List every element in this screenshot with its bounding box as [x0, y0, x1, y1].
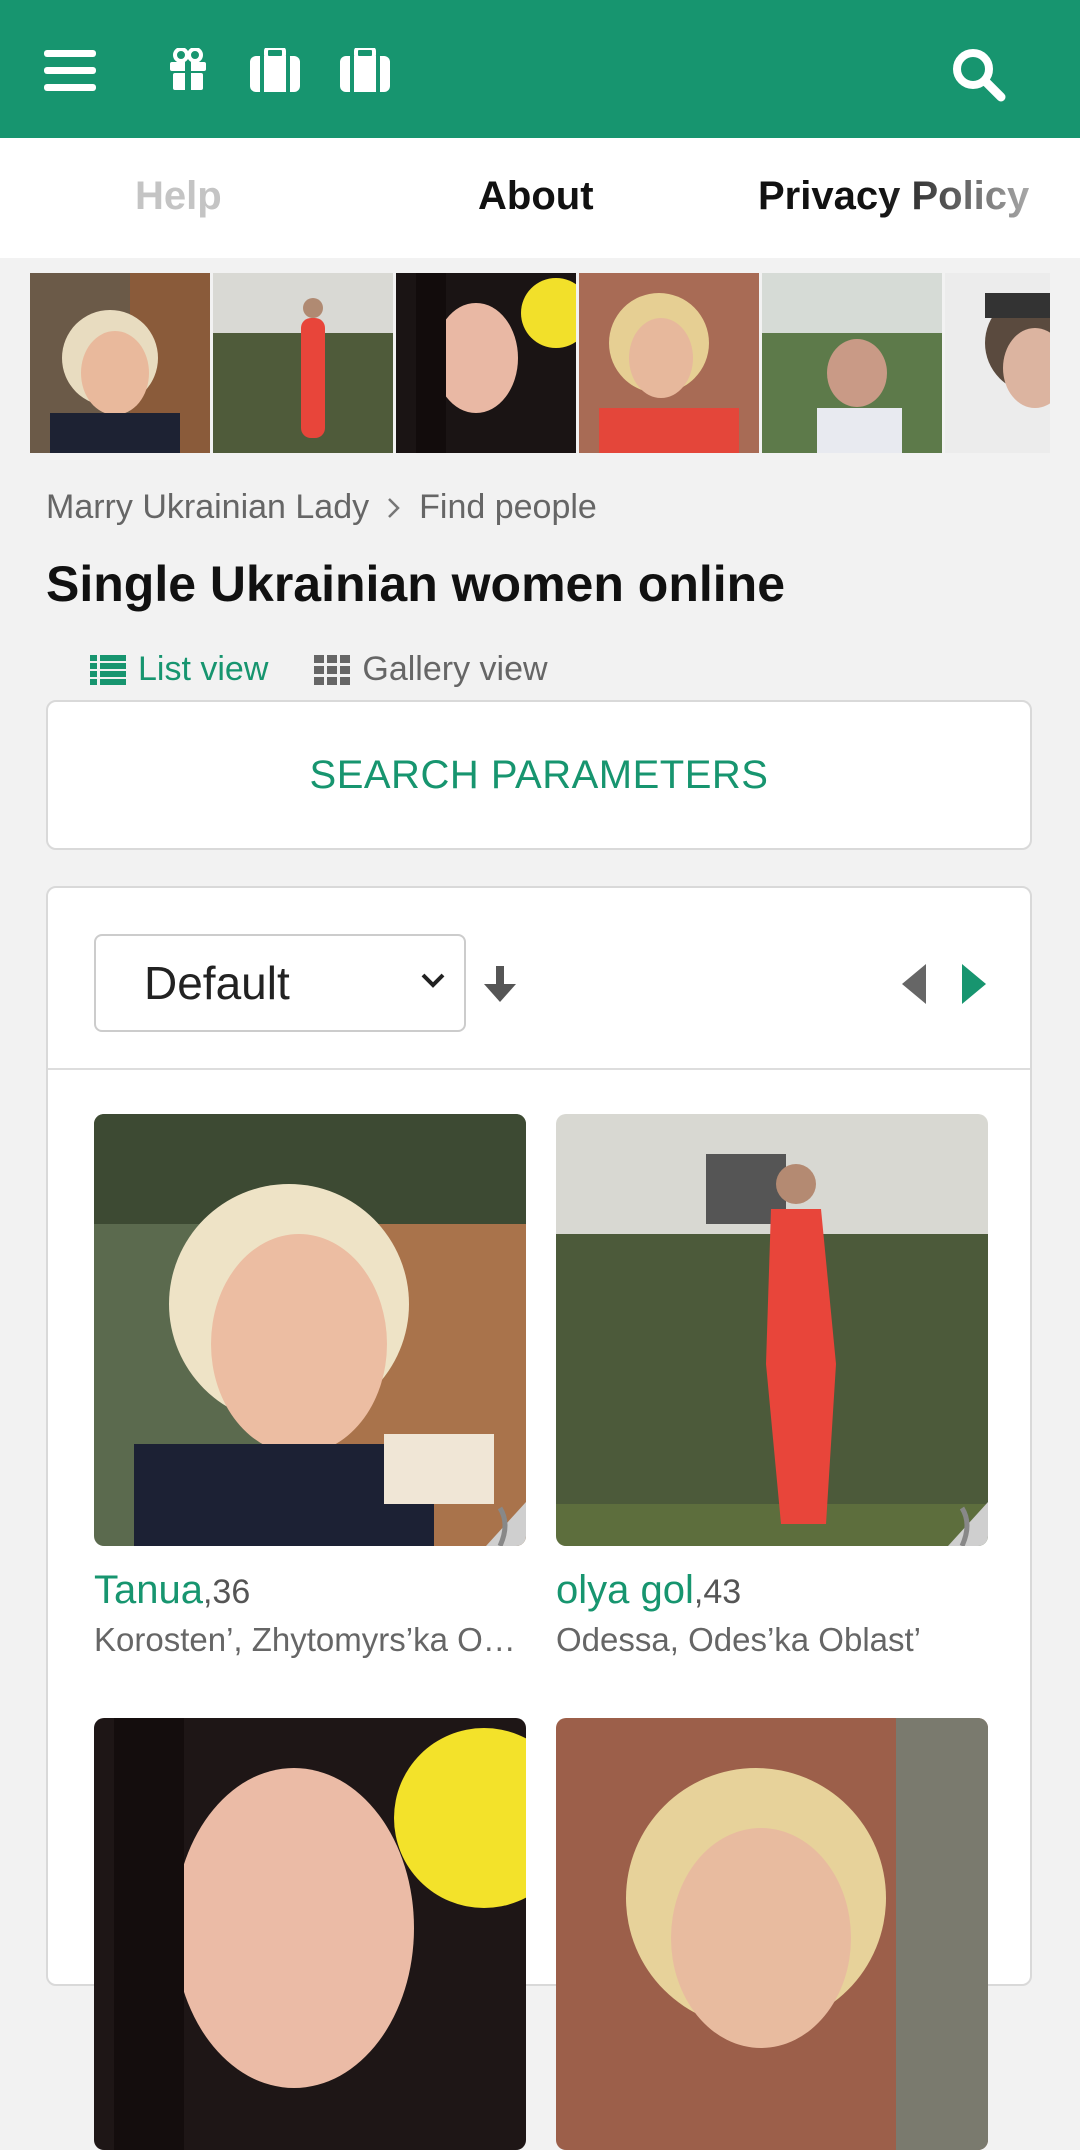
- menu-icon[interactable]: [44, 50, 96, 92]
- profile-thumbnail[interactable]: [213, 273, 393, 453]
- gift-icon[interactable]: [168, 48, 208, 90]
- nav-fade-overlay: [880, 138, 1080, 258]
- grid-icon: [314, 654, 351, 685]
- profile-card[interactable]: [94, 1718, 526, 2150]
- breadcrumb-home-link[interactable]: Marry Ukrainian Lady: [46, 488, 369, 527]
- profile-name[interactable]: Tanua: [94, 1568, 203, 1612]
- profile-card[interactable]: olya gol,43 Odessa, Odes’ka Oblast’: [556, 1114, 988, 1659]
- profile-photo-image: [94, 1114, 526, 1546]
- sort-direction-icon[interactable]: [480, 964, 520, 1004]
- profile-card[interactable]: [556, 1718, 988, 2150]
- sort-select-value: Default: [144, 957, 290, 1009]
- breadcrumb: Marry Ukrainian Lady Find people: [46, 488, 597, 527]
- top-app-bar: [0, 0, 1080, 138]
- profile-name[interactable]: olya gol: [556, 1568, 694, 1612]
- profile-age: ,36: [202, 1573, 251, 1611]
- profile-name-age: Tanua,36: [94, 1568, 526, 1613]
- view-toggle: List view Gallery view: [90, 650, 548, 689]
- profile-photo-image: [556, 1718, 988, 2150]
- nav-about-link[interactable]: About: [478, 174, 594, 219]
- profile-location: Odessa, Odes’ka Oblast’: [556, 1621, 921, 1658]
- list-icon: [90, 654, 126, 685]
- chevron-right-icon: [388, 497, 400, 518]
- page-title: Single Ukrainian women online: [46, 556, 786, 612]
- profile-photo[interactable]: [94, 1718, 526, 2150]
- next-page-icon[interactable]: [960, 962, 988, 1006]
- briefcase-icon[interactable]: [340, 48, 390, 92]
- search-parameters-button[interactable]: SEARCH PARAMETERS: [46, 700, 1032, 850]
- profile-thumbnail[interactable]: [945, 273, 1050, 453]
- sort-select[interactable]: Default: [94, 934, 466, 1032]
- secondary-nav: Help About Privacy Policy: [0, 138, 1080, 258]
- previous-page-icon[interactable]: [900, 962, 928, 1006]
- profile-photo-image: [556, 1114, 988, 1546]
- profile-location: Korosten’, Zhytomyrs’ka Oblast’: [94, 1621, 526, 1658]
- profile-thumbnail[interactable]: [762, 273, 942, 453]
- search-parameters-label: SEARCH PARAMETERS: [309, 752, 769, 797]
- profile-thumbnail-strip: [30, 273, 1050, 453]
- results-toolbar: Default: [48, 888, 1030, 1070]
- briefcase-icon[interactable]: [250, 48, 300, 92]
- profile-card[interactable]: Tanua,36 Korosten’, Zhytomyrs’ka Oblast’: [94, 1114, 526, 1659]
- profile-thumbnail[interactable]: [30, 273, 210, 453]
- more-photos-icon: [948, 1502, 988, 1546]
- more-photos-icon: [486, 1502, 526, 1546]
- breadcrumb-current: Find people: [419, 488, 597, 526]
- profile-thumbnail[interactable]: [579, 273, 759, 453]
- profile-photo[interactable]: [94, 1114, 526, 1546]
- nav-help-link[interactable]: Help: [135, 174, 222, 219]
- profile-thumbnail[interactable]: [396, 273, 576, 453]
- list-view-toggle[interactable]: List view: [90, 650, 268, 689]
- profile-photo[interactable]: [556, 1114, 988, 1546]
- profile-name-age: olya gol,43: [556, 1568, 988, 1613]
- gallery-view-toggle[interactable]: Gallery view: [314, 650, 548, 689]
- profile-age: ,43: [693, 1573, 742, 1611]
- profile-photo[interactable]: [556, 1718, 988, 2150]
- chevron-down-icon: [421, 973, 445, 988]
- profile-photo-image: [94, 1718, 526, 2150]
- gallery-view-label: Gallery view: [362, 650, 548, 688]
- list-view-label: List view: [138, 650, 269, 688]
- search-icon[interactable]: [952, 48, 1006, 102]
- results-panel: Default Tanua,36 Korosten’, Zhytomyrs’ka…: [46, 886, 1032, 2150]
